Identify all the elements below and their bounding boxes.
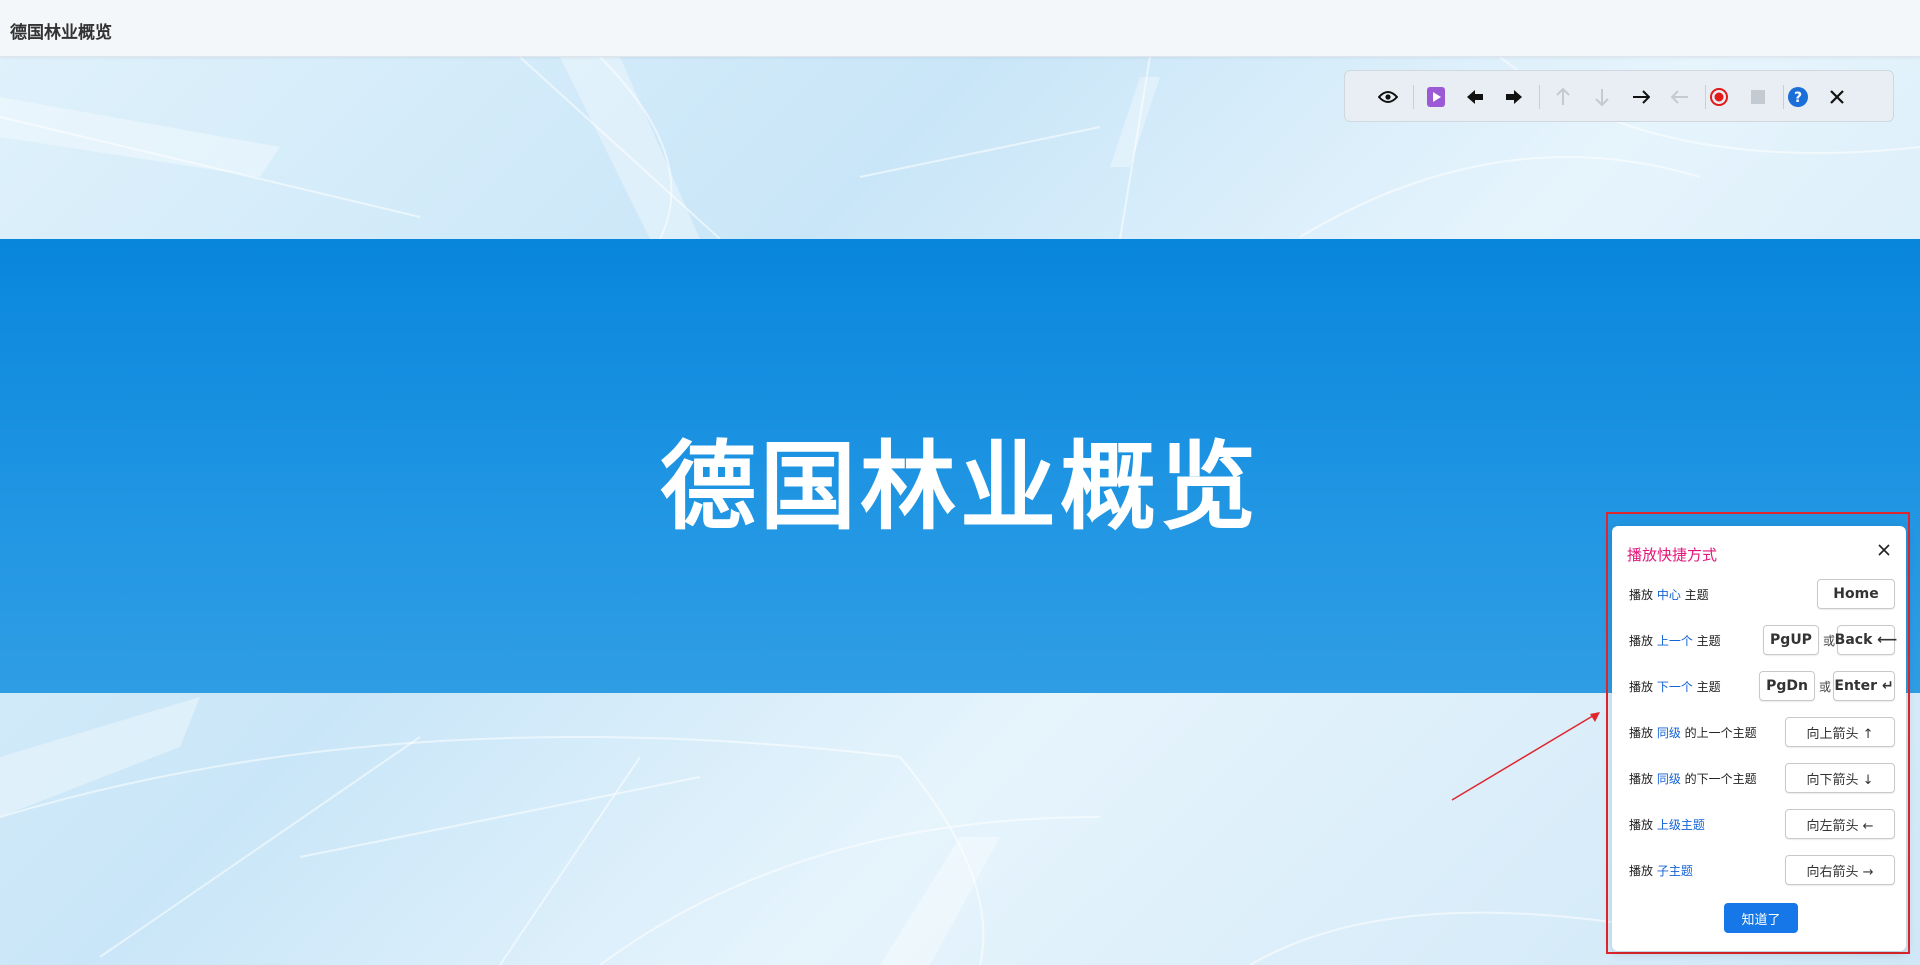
annotation-arrow bbox=[1451, 712, 1600, 801]
key-back: Back ⟵ bbox=[1835, 625, 1897, 655]
prev-slide-icon[interactable] bbox=[1463, 85, 1487, 109]
arrow-right-icon[interactable] bbox=[1629, 85, 1653, 109]
or-text: 或 bbox=[1819, 680, 1832, 694]
shortcut-row-sibling-prev: 播放 同级 的上一个主题 向上箭头 ↑ bbox=[1629, 717, 1897, 747]
help-icon[interactable]: ? bbox=[1786, 85, 1810, 109]
arrow-down-icon[interactable] bbox=[1590, 85, 1614, 109]
toolbar-separator bbox=[1705, 85, 1706, 109]
key-arrow-down: 向下箭头 ↓ bbox=[1785, 763, 1895, 793]
shortcut-row-prev: 播放 上一个 主题 PgUP 或 Back ⟵ bbox=[1629, 625, 1897, 655]
next-slide-icon[interactable] bbox=[1502, 85, 1526, 109]
shortcut-label: 播放 同级 的上一个主题 bbox=[1629, 726, 1757, 740]
shortcut-row-parent: 播放 上级主题 向左箭头 ← bbox=[1629, 809, 1897, 839]
shortcut-row-child: 播放 子主题 向右箭头 → bbox=[1629, 855, 1897, 885]
key-arrow-right: 向右箭头 → bbox=[1785, 855, 1895, 885]
shortcut-row-sibling-next: 播放 同级 的下一个主题 向下箭头 ↓ bbox=[1629, 763, 1897, 793]
toolbar-separator bbox=[1783, 85, 1784, 109]
shortcut-row-next: 播放 下一个 主题 PgDn 或 Enter ↵ bbox=[1629, 671, 1897, 701]
shortcut-row-center: 播放 中心 主题 Home bbox=[1629, 579, 1897, 609]
toolbar-separator bbox=[1539, 85, 1540, 109]
play-icon[interactable] bbox=[1424, 85, 1448, 109]
svg-text:?: ? bbox=[1794, 90, 1802, 106]
close-icon[interactable] bbox=[1825, 85, 1849, 109]
shortcut-label: 播放 上级主题 bbox=[1629, 818, 1705, 832]
shortcut-label: 播放 下一个 主题 bbox=[1629, 680, 1721, 694]
arrow-up-icon[interactable] bbox=[1551, 85, 1575, 109]
key-arrow-up: 向上箭头 ↑ bbox=[1785, 717, 1895, 747]
record-icon[interactable] bbox=[1707, 85, 1731, 109]
shortcut-dialog: 播放快捷方式 播放 中心 主题 Home 播放 上一个 主题 PgUP 或 Ba… bbox=[1612, 526, 1906, 951]
document-title: 德国林业概览 bbox=[10, 23, 112, 43]
key-enter: Enter ↵ bbox=[1833, 671, 1895, 701]
key-home: Home bbox=[1817, 579, 1895, 609]
shortcut-label: 播放 上一个 主题 bbox=[1629, 634, 1721, 648]
dialog-close-icon[interactable] bbox=[1874, 540, 1894, 560]
or-text: 或 bbox=[1823, 634, 1836, 648]
key-pgup: PgUP bbox=[1763, 625, 1819, 655]
stop-icon[interactable] bbox=[1746, 85, 1770, 109]
got-it-button[interactable]: 知道了 bbox=[1724, 903, 1798, 933]
playback-toolbar: ? bbox=[1344, 70, 1894, 122]
key-arrow-left: 向左箭头 ← bbox=[1785, 809, 1895, 839]
arrow-left-icon[interactable] bbox=[1668, 85, 1692, 109]
eye-icon[interactable] bbox=[1376, 85, 1400, 109]
key-pgdn: PgDn bbox=[1759, 671, 1815, 701]
top-bar: 德国林业概览 bbox=[0, 0, 1920, 57]
shortcut-label: 播放 中心 主题 bbox=[1629, 588, 1709, 602]
dialog-title: 播放快捷方式 bbox=[1627, 546, 1718, 564]
shortcut-label: 播放 同级 的下一个主题 bbox=[1629, 772, 1757, 786]
shortcut-label: 播放 子主题 bbox=[1629, 864, 1693, 878]
toolbar-separator bbox=[1413, 85, 1414, 109]
